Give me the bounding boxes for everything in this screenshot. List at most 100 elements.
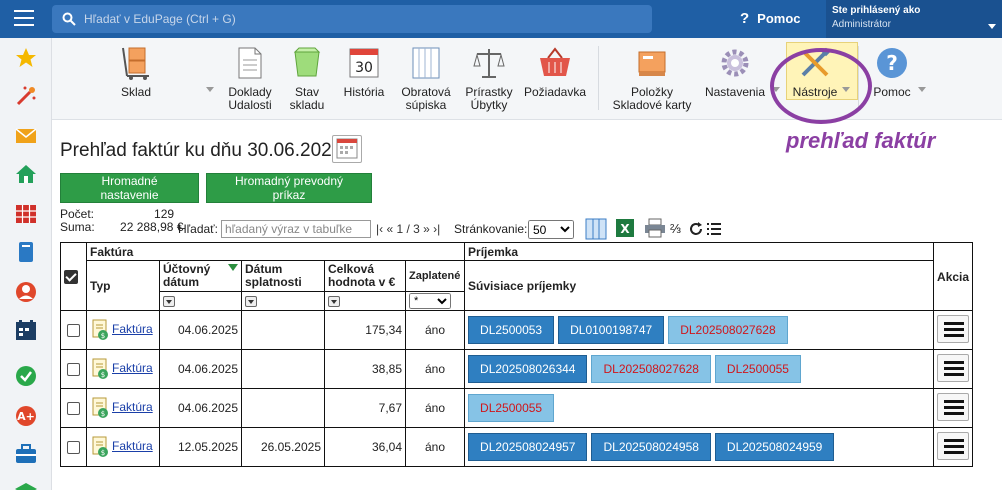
- receipt-pill[interactable]: DL2500053: [468, 316, 555, 344]
- svg-text:X: X: [620, 222, 630, 236]
- excel-icon[interactable]: X: [614, 217, 636, 239]
- type-column-header[interactable]: Typ: [86, 260, 160, 311]
- receipts-cell: DL202508026344 DL202508027628 DL2500055: [464, 349, 935, 389]
- receipt-pill[interactable]: DL2500055: [468, 394, 555, 422]
- table-row: $ Faktúra 04.06.2025 7,67 áno DL2500055: [60, 388, 974, 428]
- star-icon[interactable]: [14, 46, 38, 70]
- tb-sklad[interactable]: Sklad: [116, 46, 156, 99]
- menu-icon[interactable]: [14, 10, 34, 26]
- grades-icon[interactable]: A+: [14, 404, 38, 428]
- tb-obratova[interactable]: Obratová súpiska: [398, 46, 454, 112]
- calendar-icon: 30: [349, 48, 379, 78]
- receipt-pill[interactable]: DL202508027628: [668, 316, 788, 344]
- action-column-header: Akcia: [933, 242, 974, 311]
- count-label: Počet:: [60, 207, 95, 221]
- receipt-pill[interactable]: DL0100198747: [558, 316, 665, 344]
- receipt-pill[interactable]: DL202508024958: [591, 433, 711, 461]
- page-size-label: Stránkovanie:: [454, 222, 528, 236]
- filter-dropdown-icon[interactable]: [245, 296, 257, 308]
- action-menu-button[interactable]: [937, 431, 970, 460]
- user-role: Administrátor: [832, 19, 891, 30]
- bulk-settings-button[interactable]: Hromadné nastavenie: [60, 173, 199, 203]
- date-picker-button[interactable]: [332, 135, 362, 163]
- refresh-icon[interactable]: [688, 221, 704, 237]
- table-row: $ Faktúra 04.06.2025 175,34 áno DL2500053 DL01…: [60, 310, 974, 350]
- tb-doklady[interactable]: Doklady Udalosti: [224, 46, 276, 112]
- receipt-pill[interactable]: DL202508024959: [714, 433, 835, 461]
- action-cell: [933, 427, 974, 467]
- receipt-pill[interactable]: DL202508024957: [468, 433, 588, 461]
- invoice-link[interactable]: Faktúra: [112, 400, 153, 414]
- page-size-select[interactable]: 50: [528, 220, 574, 239]
- tb-poziadavka[interactable]: Požiadavka: [522, 46, 588, 99]
- calendar-icon[interactable]: [14, 318, 38, 342]
- list-icon[interactable]: [706, 221, 722, 237]
- tb-historia[interactable]: 30 História: [342, 46, 386, 99]
- invoice-link[interactable]: Faktúra: [112, 322, 153, 336]
- due-filter-cell: [241, 291, 325, 311]
- calendar-day-label: 30: [355, 60, 373, 76]
- filter-dropdown-icon[interactable]: [328, 296, 340, 308]
- action-menu-button[interactable]: [937, 392, 970, 421]
- date-filter-cell: [159, 291, 242, 311]
- row-checkbox[interactable]: [67, 324, 80, 338]
- receipt-pill[interactable]: DL2500055: [714, 355, 801, 383]
- chevron-down-icon[interactable]: [918, 87, 926, 92]
- tb-stav[interactable]: Stav skladu: [284, 46, 330, 112]
- table-row: $ Faktúra 04.06.2025 38,85 áno DL202508026344…: [60, 349, 974, 389]
- check-circle-icon[interactable]: [14, 364, 38, 388]
- tb-pomoc[interactable]: ? Pomoc: [868, 46, 916, 99]
- magic-wand-icon[interactable]: [14, 84, 38, 108]
- chevron-down-icon[interactable]: [206, 87, 214, 92]
- paid-filter-select[interactable]: *: [409, 293, 451, 309]
- user-icon[interactable]: [14, 280, 38, 304]
- basket-icon: [540, 47, 570, 76]
- document-icon: [238, 47, 262, 79]
- svg-text:?: ?: [886, 51, 898, 75]
- table-controls: Hľadať: |‹ « 1 / 3 » ›| Stránkovanie: 50…: [178, 217, 721, 241]
- stats: Počet: 129 Suma: 22 288,98 €: [60, 208, 183, 234]
- receipt-pill[interactable]: DL202508027628: [591, 355, 711, 383]
- row-checkbox[interactable]: [67, 441, 80, 455]
- total-cell: 38,85: [324, 349, 406, 389]
- graduation-icon[interactable]: [14, 480, 38, 490]
- tb-polozky[interactable]: Položky Skladové karty: [610, 46, 694, 112]
- action-menu-button[interactable]: [937, 314, 970, 343]
- bulk-transfer-button[interactable]: Hromadný prevodný príkaz: [206, 173, 372, 203]
- filter-dropdown-icon[interactable]: [163, 296, 175, 308]
- help-link[interactable]: ? Pomoc: [740, 10, 801, 27]
- columns-icon[interactable]: [584, 217, 608, 241]
- total-column-header[interactable]: Celková hodnota v €: [324, 260, 406, 292]
- book-icon[interactable]: [14, 240, 38, 264]
- table-search-input[interactable]: [221, 220, 371, 238]
- home-icon[interactable]: [14, 162, 38, 186]
- pager[interactable]: |‹ « 1 / 3 » ›|: [376, 222, 440, 236]
- row-checkbox[interactable]: [67, 402, 80, 416]
- invoice-link[interactable]: Faktúra: [112, 439, 153, 453]
- receipt-pill[interactable]: DL202508026344: [468, 355, 588, 383]
- receipts-cell: DL2500053 DL0100198747 DL202508027628: [464, 310, 935, 350]
- due-column-header[interactable]: Dátum splatnosti: [241, 260, 325, 292]
- type-cell: $ Faktúra: [86, 349, 160, 389]
- fraction-icon[interactable]: ⅔: [670, 221, 681, 236]
- action-menu-button[interactable]: [937, 353, 970, 382]
- row-checkbox[interactable]: [67, 363, 80, 377]
- user-menu[interactable]: Ste prihlásený ako Administrátor: [826, 0, 1002, 38]
- total-cell: 36,04: [324, 427, 406, 467]
- search-input[interactable]: [84, 9, 644, 29]
- date-column-header[interactable]: Účtovný dátum: [159, 260, 242, 292]
- invoice-link[interactable]: Faktúra: [112, 361, 153, 375]
- briefcase-icon[interactable]: [14, 442, 38, 466]
- row-checkbox-cell: [60, 427, 87, 467]
- tb-prirastky-l2: Úbytky: [470, 98, 508, 112]
- tb-prirastky[interactable]: Prírastky Úbytky: [462, 46, 516, 112]
- paid-column-header[interactable]: Zaplatené: [404, 260, 466, 292]
- timetable-icon[interactable]: [14, 202, 38, 226]
- tb-nastavenia[interactable]: Nastavenia: [702, 46, 768, 99]
- invoice-document-icon: $: [92, 397, 108, 418]
- print-icon[interactable]: [644, 218, 666, 238]
- group-invoice-header: Faktúra: [85, 242, 466, 261]
- chevron-down-icon: [988, 24, 996, 29]
- mail-icon[interactable]: [14, 124, 38, 148]
- select-all-checkbox[interactable]: [64, 269, 78, 284]
